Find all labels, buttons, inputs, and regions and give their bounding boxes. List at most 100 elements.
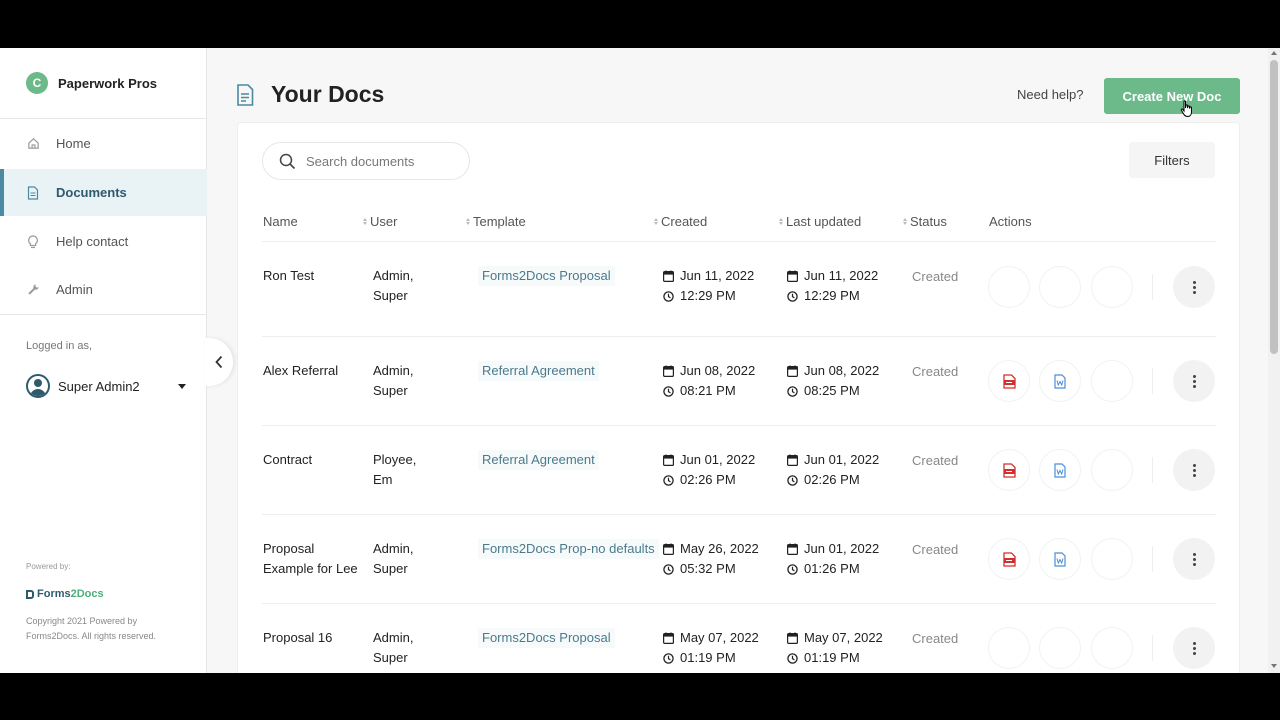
action-button[interactable]	[1091, 266, 1133, 308]
clock-icon	[787, 652, 798, 664]
column-header-last-updated[interactable]: Last updated	[779, 214, 861, 229]
sidebar-item-home[interactable]: Home	[0, 120, 207, 167]
doc-user: Ployee, Em	[373, 452, 417, 487]
collapse-sidebar-button[interactable]	[205, 338, 233, 386]
download-word-button[interactable]	[1039, 627, 1081, 669]
download-word-button[interactable]	[1039, 266, 1081, 308]
action-button[interactable]	[1091, 627, 1133, 669]
doc-name[interactable]: Proposal 16	[263, 628, 368, 648]
created-datetime: Jun 08, 2022 08:21 PM	[663, 361, 755, 401]
table-row[interactable]: Proposal Example for Lee Admin, Super Forms2…	[262, 514, 1216, 603]
sort-icon	[779, 218, 783, 225]
more-options-button[interactable]	[1173, 266, 1215, 308]
home-icon	[26, 137, 40, 151]
scroll-up-icon[interactable]	[1271, 51, 1277, 55]
sidebar-item-label: Home	[56, 136, 91, 151]
doc-name[interactable]: Proposal Example for Lee	[263, 539, 368, 579]
action-button[interactable]	[1091, 360, 1133, 402]
scroll-thumb[interactable]	[1270, 60, 1278, 354]
column-header-created[interactable]: Created	[654, 214, 707, 229]
status-badge: Created	[912, 542, 959, 557]
download-pdf-button[interactable]	[988, 627, 1030, 669]
template-link[interactable]: Forms2Docs Prop-no defaults	[478, 539, 659, 559]
template-link[interactable]: Forms2Docs Proposal	[478, 266, 615, 286]
need-help-link[interactable]: Need help?	[1017, 87, 1084, 102]
brand[interactable]: C Paperwork Pros	[26, 72, 157, 94]
pdf-file-icon	[1002, 551, 1016, 567]
doc-name[interactable]: Ron Test	[263, 266, 368, 286]
search-input[interactable]	[306, 153, 456, 169]
status-badge: Created	[912, 269, 959, 284]
table-row[interactable]: Proposal 16 Admin, Super Forms2Docs Proposa…	[262, 603, 1216, 673]
sidebar-item-label: Documents	[56, 185, 127, 200]
sidebar: C Paperwork Pros Home Documents Help con…	[0, 48, 207, 673]
download-pdf-button[interactable]	[988, 266, 1030, 308]
vertical-dots-icon	[1192, 552, 1196, 567]
clock-icon	[787, 290, 798, 302]
created-datetime: Jun 11, 2022 12:29 PM	[663, 266, 754, 306]
column-header-actions: Actions	[989, 214, 1032, 229]
download-pdf-button[interactable]	[988, 449, 1030, 491]
template-link[interactable]: Referral Agreement	[478, 361, 599, 381]
table-row[interactable]: Contract Ployee, Em Referral Agreement Jun 0…	[262, 425, 1216, 514]
column-header-user[interactable]: User	[363, 214, 397, 229]
download-word-button[interactable]	[1039, 538, 1081, 580]
lightbulb-icon	[26, 234, 40, 249]
document-icon	[26, 185, 40, 200]
clock-icon	[663, 652, 674, 664]
calendar-icon	[787, 632, 798, 644]
more-options-button[interactable]	[1173, 538, 1215, 580]
actions-divider	[1152, 546, 1153, 572]
create-new-doc-button[interactable]: Create New Doc	[1104, 78, 1240, 114]
sidebar-item-documents[interactable]: Documents	[0, 169, 207, 216]
updated-datetime: Jun 08, 2022 08:25 PM	[787, 361, 879, 401]
actions-divider	[1152, 457, 1153, 483]
table-row[interactable]: Alex Referral Admin, Super Referral Agreeme…	[262, 336, 1216, 425]
calendar-icon	[663, 543, 674, 555]
status-badge: Created	[912, 631, 959, 646]
created-datetime: May 26, 2022 05:32 PM	[663, 539, 759, 579]
vertical-dots-icon	[1192, 374, 1196, 389]
more-options-button[interactable]	[1173, 360, 1215, 402]
scroll-down-icon[interactable]	[1271, 664, 1277, 668]
clock-icon	[663, 290, 674, 302]
chevron-left-icon	[215, 355, 223, 369]
column-header-template[interactable]: Template	[466, 214, 526, 229]
more-options-button[interactable]	[1173, 449, 1215, 491]
calendar-icon	[787, 543, 798, 555]
table-row[interactable]: Ron Test Admin, Super Forms2Docs Proposal Ju…	[262, 241, 1216, 336]
avatar	[26, 374, 50, 398]
template-link[interactable]: Forms2Docs Proposal	[478, 628, 615, 648]
app-viewport: C Paperwork Pros Home Documents Help con…	[0, 48, 1280, 673]
template-link[interactable]: Referral Agreement	[478, 450, 599, 470]
sidebar-item-label: Admin	[56, 282, 93, 297]
sidebar-item-help-contact[interactable]: Help contact	[0, 218, 207, 265]
word-file-icon	[1054, 551, 1066, 567]
pdf-file-icon	[1002, 462, 1016, 478]
sidebar-item-admin[interactable]: Admin	[0, 266, 207, 313]
download-word-button[interactable]	[1039, 360, 1081, 402]
doc-user: Admin, Super	[373, 541, 414, 576]
user-menu[interactable]: Super Admin2	[26, 374, 186, 398]
search-icon	[279, 153, 296, 169]
copyright-text: Copyright 2021 Powered by Forms2Docs. Al…	[26, 616, 157, 641]
doc-name[interactable]: Alex Referral	[263, 361, 368, 381]
sidebar-item-label: Help contact	[56, 234, 129, 249]
download-pdf-button[interactable]	[988, 538, 1030, 580]
column-header-name[interactable]: Name	[263, 214, 298, 229]
column-header-status[interactable]: Status	[903, 214, 947, 229]
action-button[interactable]	[1091, 449, 1133, 491]
doc-name[interactable]: Contract	[263, 450, 368, 470]
created-datetime: May 07, 2022 01:19 PM	[663, 628, 759, 668]
filters-button[interactable]: Filters	[1129, 142, 1215, 178]
sort-icon	[903, 218, 907, 225]
download-word-button[interactable]	[1039, 449, 1081, 491]
calendar-icon	[663, 270, 674, 282]
caret-down-icon	[178, 383, 186, 389]
page-scrollbar[interactable]	[1268, 48, 1280, 673]
action-button[interactable]	[1091, 538, 1133, 580]
search-box[interactable]	[262, 142, 470, 180]
more-options-button[interactable]	[1173, 627, 1215, 669]
doc-user: Admin, Super	[373, 363, 414, 398]
download-pdf-button[interactable]	[988, 360, 1030, 402]
